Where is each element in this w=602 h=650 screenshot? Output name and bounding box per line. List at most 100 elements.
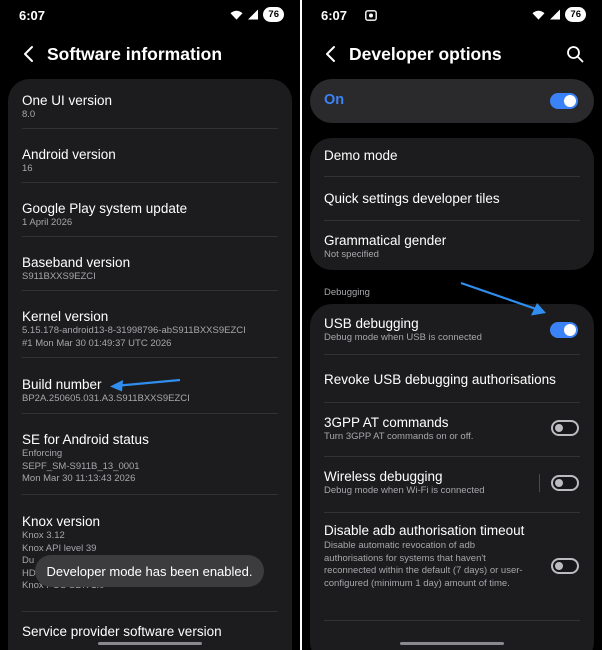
screen-record-icon [365, 10, 377, 21]
back-arrow-icon[interactable] [324, 45, 336, 63]
signal-icon [248, 9, 259, 20]
divider [22, 182, 278, 183]
item-value: 5.15.178-android13-8-31998796-abS911BXXS… [22, 325, 246, 336]
toast-message: Developer mode has been enabled. [35, 555, 264, 587]
divider [22, 494, 278, 495]
item-label: Build number [22, 377, 102, 392]
disable-adb-timeout-toggle[interactable] [551, 558, 579, 574]
setting-label: Revoke USB debugging authorisations [324, 372, 556, 387]
status-icons: 76 [230, 7, 284, 22]
master-switch-label: On [324, 92, 345, 108]
item-label: One UI version [22, 93, 113, 108]
status-time: 6:07 [321, 8, 348, 23]
item-value: Knox API level 39 [22, 542, 97, 554]
setting-disable-adb-timeout[interactable]: Disable adb authorisation timeout Disabl… [324, 522, 540, 590]
battery-badge: 76 [263, 7, 284, 22]
software-info-screen: 6:07 76 Software information One UI vers… [0, 0, 300, 650]
page-title: Software information [47, 44, 223, 64]
divider [22, 611, 278, 612]
divider [324, 402, 580, 403]
setting-grammatical-gender[interactable]: Grammatical gender Not specified [324, 232, 580, 262]
item-value: Knox 3.12 [22, 530, 65, 541]
setting-usb-debugging[interactable]: USB debugging Debug mode when USB is con… [324, 315, 580, 345]
app-bar: Developer options [302, 36, 602, 72]
setting-label: Quick settings developer tiles [324, 191, 500, 206]
setting-label: USB debugging [324, 316, 419, 331]
item-value: Mon Mar 30 11:13:43 2026 [22, 473, 136, 484]
info-item-se-android-status[interactable]: SE for Android status Enforcing SEPF_SM-… [22, 431, 278, 486]
item-label: SE for Android status [22, 432, 149, 447]
developer-options-screen: 6:07 76 Developer options On Demo mode Q… [302, 0, 602, 650]
divider [324, 176, 580, 177]
divider [22, 413, 278, 414]
info-item-google-play-update[interactable]: Google Play system update 1 April 2026 [22, 200, 278, 230]
divider [324, 456, 580, 457]
info-item-kernel-version[interactable]: Kernel version 5.15.178-android13-8-3199… [22, 308, 278, 350]
setting-revoke-usb-authorisations[interactable]: Revoke USB debugging authorisations [324, 371, 580, 388]
item-value: SEPF_SM-S911B_13_0001 [22, 460, 140, 472]
master-switch-card[interactable]: On [310, 79, 594, 123]
item-label: Service provider software version [22, 624, 222, 639]
master-switch-toggle[interactable] [550, 93, 578, 109]
item-label: Baseband version [22, 255, 131, 270]
info-item-one-ui-version[interactable]: One UI version 8.0 [22, 92, 278, 122]
item-label: Knox version [22, 514, 101, 529]
settings-group-general: Demo mode Quick settings developer tiles… [310, 138, 594, 270]
info-item-build-number[interactable]: Build number BP2A.250605.031.A3.S911BXXS… [22, 376, 278, 406]
setting-label: Wireless debugging [324, 469, 443, 484]
wifi-icon [230, 10, 243, 20]
status-time: 6:07 [19, 8, 46, 23]
status-bar: 6:07 76 [302, 0, 602, 32]
signal-icon [550, 9, 561, 20]
setting-label: Grammatical gender [324, 233, 447, 248]
item-label: Google Play system update [22, 201, 188, 216]
setting-wireless-debugging[interactable]: Wireless debugging Debug mode when Wi-Fi… [324, 468, 580, 498]
info-item-android-version[interactable]: Android version 16 [22, 146, 278, 176]
setting-label: Disable adb authorisation timeout [324, 523, 525, 538]
status-icons: 76 [532, 7, 586, 22]
home-indicator[interactable] [400, 642, 504, 645]
item-value: S911BXXS9EZCI [22, 271, 96, 282]
divider [22, 128, 278, 129]
item-value: BP2A.250605.031.A3.S911BXXS9EZCI [22, 393, 190, 404]
usb-debugging-toggle[interactable] [550, 322, 578, 338]
setting-summary: Turn 3GPP AT commands on or off. [324, 431, 474, 442]
divider [22, 290, 278, 291]
item-value: 1 April 2026 [22, 217, 73, 228]
page-title: Developer options [349, 44, 502, 64]
setting-label: Demo mode [324, 148, 398, 163]
section-header-debugging: Debugging [324, 287, 370, 298]
setting-quick-settings-tiles[interactable]: Quick settings developer tiles [324, 190, 580, 207]
divider [22, 357, 278, 358]
info-item-baseband-version[interactable]: Baseband version S911BXXS9EZCI [22, 254, 278, 284]
divider [324, 220, 580, 221]
vertical-separator [539, 474, 540, 492]
settings-group-debugging: USB debugging Debug mode when USB is con… [310, 304, 594, 650]
battery-badge: 76 [565, 7, 586, 22]
home-indicator[interactable] [98, 642, 202, 645]
divider [324, 512, 580, 513]
setting-summary: Debug mode when Wi-Fi is connected [324, 485, 485, 496]
item-label: Android version [22, 147, 116, 162]
item-value: #1 Mon Mar 30 01:49:37 UTC 2026 [22, 337, 172, 349]
setting-label: 3GPP AT commands [324, 415, 449, 430]
back-arrow-icon[interactable] [22, 45, 34, 63]
setting-demo-mode[interactable]: Demo mode [324, 147, 580, 164]
wifi-icon [532, 10, 545, 20]
setting-3gpp-at-commands[interactable]: 3GPP AT commands Turn 3GPP AT commands o… [324, 414, 580, 444]
item-label: Kernel version [22, 309, 109, 324]
setting-summary: Debug mode when USB is connected [324, 332, 482, 343]
setting-summary: Not specified [324, 249, 379, 260]
item-value: Enforcing [22, 448, 63, 459]
wireless-debugging-toggle[interactable] [551, 475, 579, 491]
divider [324, 354, 580, 355]
status-bar: 6:07 76 [0, 0, 300, 32]
3gpp-at-commands-toggle[interactable] [551, 420, 579, 436]
divider [22, 236, 278, 237]
divider [324, 620, 580, 621]
info-item-service-provider-version[interactable]: Service provider software version [22, 623, 278, 640]
item-value: 16 [22, 163, 33, 174]
item-value: 8.0 [22, 109, 36, 120]
app-bar: Software information [0, 36, 300, 72]
search-icon[interactable] [566, 45, 584, 63]
